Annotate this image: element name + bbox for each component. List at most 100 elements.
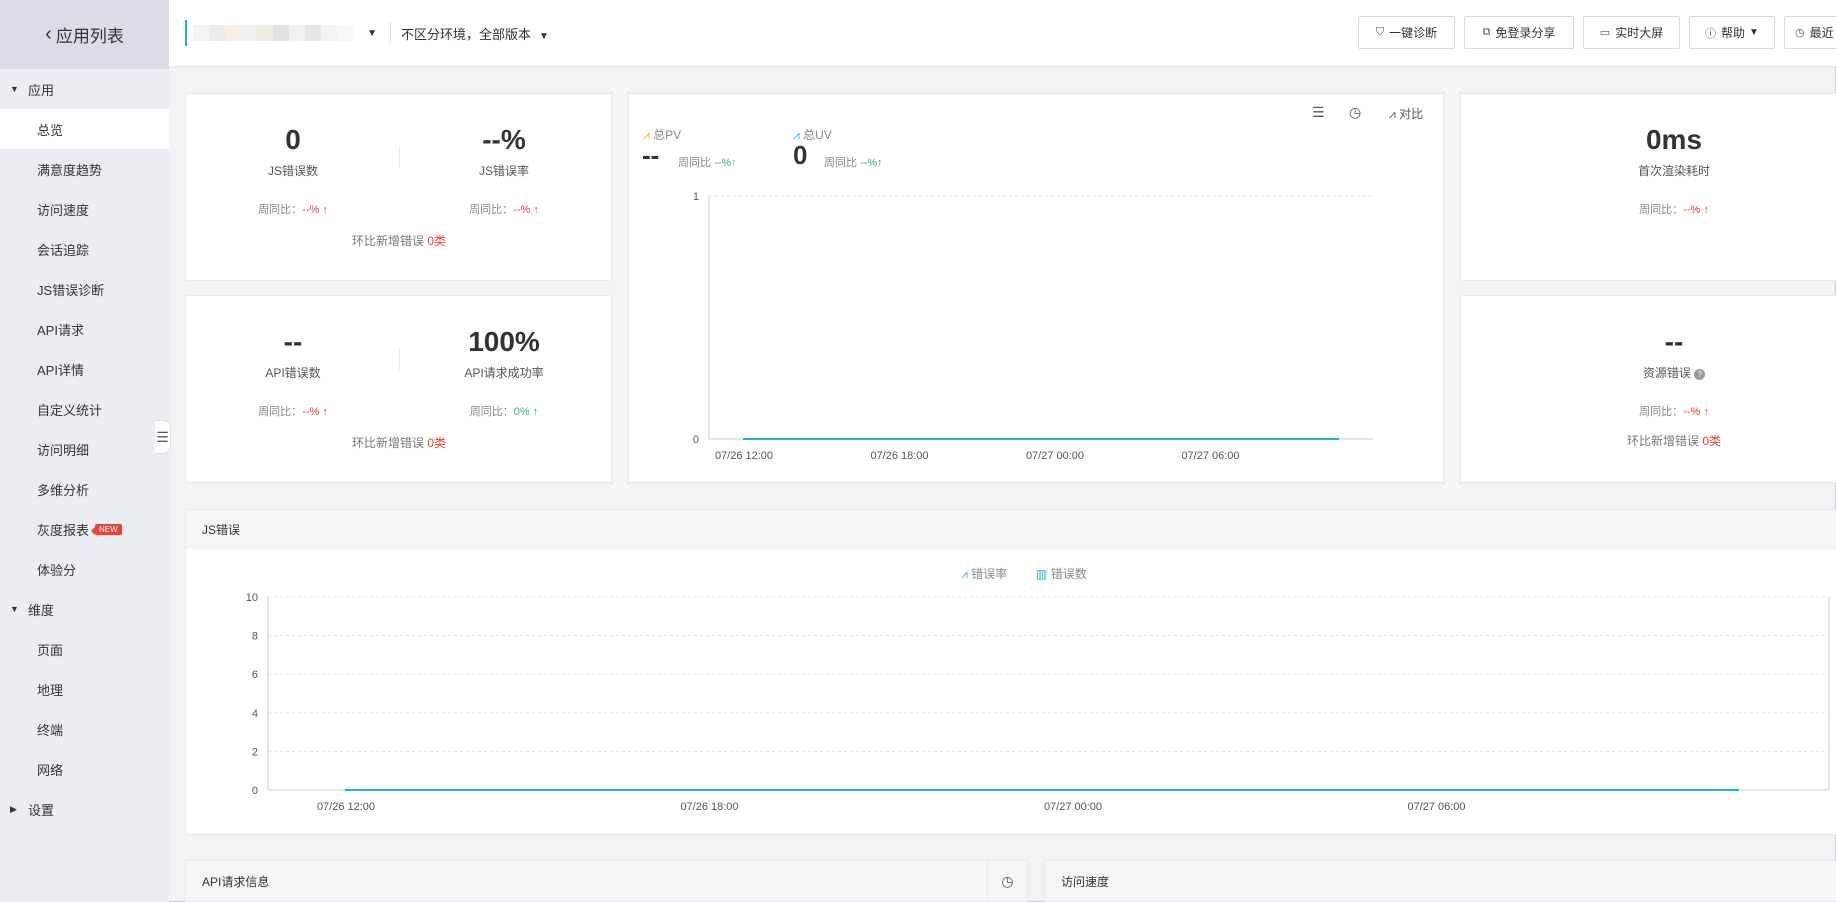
sidebar-item[interactable]: API详情: [0, 349, 169, 389]
sidebar-item[interactable]: 访问速度: [0, 189, 169, 229]
clock-icon: ◷: [1795, 27, 1805, 39]
back-label: 应用列表: [55, 27, 124, 46]
sidebar-item[interactable]: 页面: [0, 629, 169, 669]
sidebar-group-2[interactable]: ▶ 设置: [0, 789, 169, 829]
sidebar-item-label: 访问明细: [37, 442, 90, 458]
x-tick-label: 07/27 00:00: [1044, 801, 1102, 813]
sidebar-group-label: 设置: [28, 802, 55, 818]
sidebar-item[interactable]: 地理: [0, 669, 169, 709]
metric-value: --%: [482, 124, 526, 155]
metric-label: API错误数: [265, 366, 321, 380]
help-label: 帮助: [1721, 26, 1746, 40]
sidebar-item[interactable]: 自定义统计: [0, 389, 169, 429]
help-circle-icon[interactable]: ?: [1694, 369, 1706, 380]
sidebar-item-label: 访问速度: [37, 202, 90, 218]
week-compare: 周同比：--% ↑: [469, 204, 539, 216]
metric-value: --: [1664, 326, 1684, 357]
sidebar-item[interactable]: 满意度趋势: [0, 149, 169, 189]
env-version-selector[interactable]: 不区分环境，全部版本 ▼: [401, 24, 549, 43]
y-tick-label: 0: [693, 434, 699, 446]
week-compare: 周同比：0% ↑: [469, 406, 539, 418]
new-badge: NEW: [91, 523, 122, 535]
x-tick-label: 07/26 18:00: [870, 450, 928, 462]
sidebar-item[interactable]: 访问明细: [0, 429, 169, 469]
sidebar-item-label: 网络: [37, 762, 64, 778]
share-button[interactable]: ⧉ 免登录分享: [1464, 16, 1574, 49]
first-render-card: 0ms 首次渲染耗时 周同比：--% ↑: [1460, 93, 1836, 281]
sidebar-item-label: 体验分: [37, 562, 77, 578]
sidebar-group-0[interactable]: ▼ 应用: [0, 69, 169, 109]
pv-uv-chart: 0 1 07/26 12:00 07/26 18:00 07/27 00:00 07/27…: [693, 191, 1373, 462]
js-error-rate-metric: --% JS错误率 周同比：--% ↑: [404, 124, 604, 217]
sidebar-item-label: 终端: [37, 722, 64, 738]
bigscreen-button[interactable]: ▭ 实时大屏: [1583, 16, 1680, 49]
js-error-card: 0 JS错误数 周同比：--% ↑ --% JS错误率 周同比：--% ↑ 环比…: [185, 93, 612, 281]
x-tick-label: 07/26 18:00: [680, 801, 738, 813]
menu-fold-icon: ☰: [156, 428, 169, 445]
arrow-up-icon: ↑: [319, 204, 328, 216]
arrow-up-icon: ↑: [319, 406, 328, 418]
sidebar-menu: ▼ 应用总览满意度趋势访问速度会话追踪 JS错误诊断 API请求 API详情自定义统计访…: [0, 69, 169, 829]
sidebar: ‹ 应用列表 ▼ 应用总览满意度趋势访问速度会话追踪 JS错误诊断 API请求 API详…: [0, 0, 169, 902]
recent-time-button[interactable]: ◷ 最近: [1784, 16, 1836, 49]
x-tick-label: 07/27 00:00: [1026, 450, 1084, 462]
js-error-chart: 02468100107/26 12:0007/26 18:0007/27 00:…: [246, 592, 1830, 813]
y-tick-label: 6: [252, 669, 258, 681]
metric-label: 资源错误 ?: [1574, 364, 1774, 381]
divider: [399, 146, 400, 168]
sidebar-item[interactable]: 终端: [0, 709, 169, 749]
sidebar-group-label: 应用: [28, 82, 55, 98]
metric-label: JS错误数: [267, 164, 318, 178]
y-tick-label: 2: [252, 746, 258, 758]
sidebar-item[interactable]: 网络: [0, 749, 169, 789]
arrow-up-icon: ↑: [1700, 406, 1709, 418]
sidebar-item-label: 地理: [37, 682, 64, 698]
app-name-redacted: [193, 25, 353, 41]
speed-panel-header: 访问速度: [1044, 860, 1836, 902]
arrow-up-icon: ↑: [529, 406, 539, 418]
sidebar-item-label: API请求: [37, 322, 84, 338]
divider: [399, 348, 400, 370]
js-error-panel-header: JS错误: [185, 509, 1836, 550]
shield-icon: ⛉: [1375, 26, 1385, 38]
back-to-app-list[interactable]: ‹ 应用列表: [0, 0, 169, 69]
sidebar-collapse-handle[interactable]: ☰: [155, 420, 171, 454]
caret-down-icon: ▼: [10, 84, 19, 94]
sidebar-group-1[interactable]: ▼ 维度: [0, 589, 169, 629]
sidebar-item-label: API详情: [37, 362, 84, 378]
metric-label: API请求成功率: [464, 366, 544, 380]
arrow-up-icon: ↑: [1700, 204, 1709, 216]
sidebar-item[interactable]: 多维分析: [0, 469, 169, 509]
sidebar-item[interactable]: 会话追踪: [0, 229, 169, 269]
metric-value: 0: [285, 124, 301, 155]
api-success-rate-metric: 100% API请求成功率 周同比：0% ↑: [404, 326, 604, 419]
diagnose-button[interactable]: ⛉ 一键诊断: [1358, 16, 1455, 49]
week-compare: 周同比：--% ↑: [258, 204, 328, 216]
x-tick-label: 07/27 06:00: [1181, 450, 1239, 462]
metric-value: --: [283, 326, 303, 357]
y-tick-label: 8: [252, 631, 258, 643]
new-errors: 环比新增错误 0类: [351, 234, 447, 248]
sidebar-item-label: 会话追踪: [37, 242, 90, 258]
api-error-card: -- API错误数 周同比：--% ↑ 100% API请求成功率 周同比：0%…: [185, 295, 612, 483]
sidebar-item[interactable]: API请求: [0, 309, 169, 349]
caret-down-icon: ▼: [539, 31, 549, 42]
clock-icon[interactable]: ◷: [987, 861, 1027, 901]
x-tick-label: 07/27 06:00: [1407, 801, 1465, 813]
sidebar-item-label: 满意度趋势: [37, 162, 103, 178]
sidebar-item[interactable]: 灰度报表 NEW: [0, 509, 169, 549]
caret-down-icon: ▼: [1749, 27, 1759, 38]
week-compare: 周同比：--% ↑: [1639, 204, 1709, 216]
sidebar-item[interactable]: JS错误诊断: [0, 269, 169, 309]
sidebar-item[interactable]: 体验分: [0, 549, 169, 589]
panel-title: JS错误: [202, 523, 241, 537]
app-selector[interactable]: ▼: [185, 20, 381, 46]
first-render-metric: 0ms 首次渲染耗时 周同比：--% ↑: [1574, 124, 1774, 217]
y-tick-label: 1: [693, 191, 699, 203]
sidebar-item[interactable]: 总览: [0, 109, 169, 149]
y-tick-label: 10: [246, 592, 258, 604]
new-errors: 环比新增错误 0类: [1626, 434, 1722, 448]
info-circle-icon: ⓘ: [1705, 27, 1717, 40]
week-compare: 周同比：--% ↑: [1639, 406, 1709, 418]
help-button[interactable]: ⓘ 帮助 ▼: [1689, 16, 1775, 49]
